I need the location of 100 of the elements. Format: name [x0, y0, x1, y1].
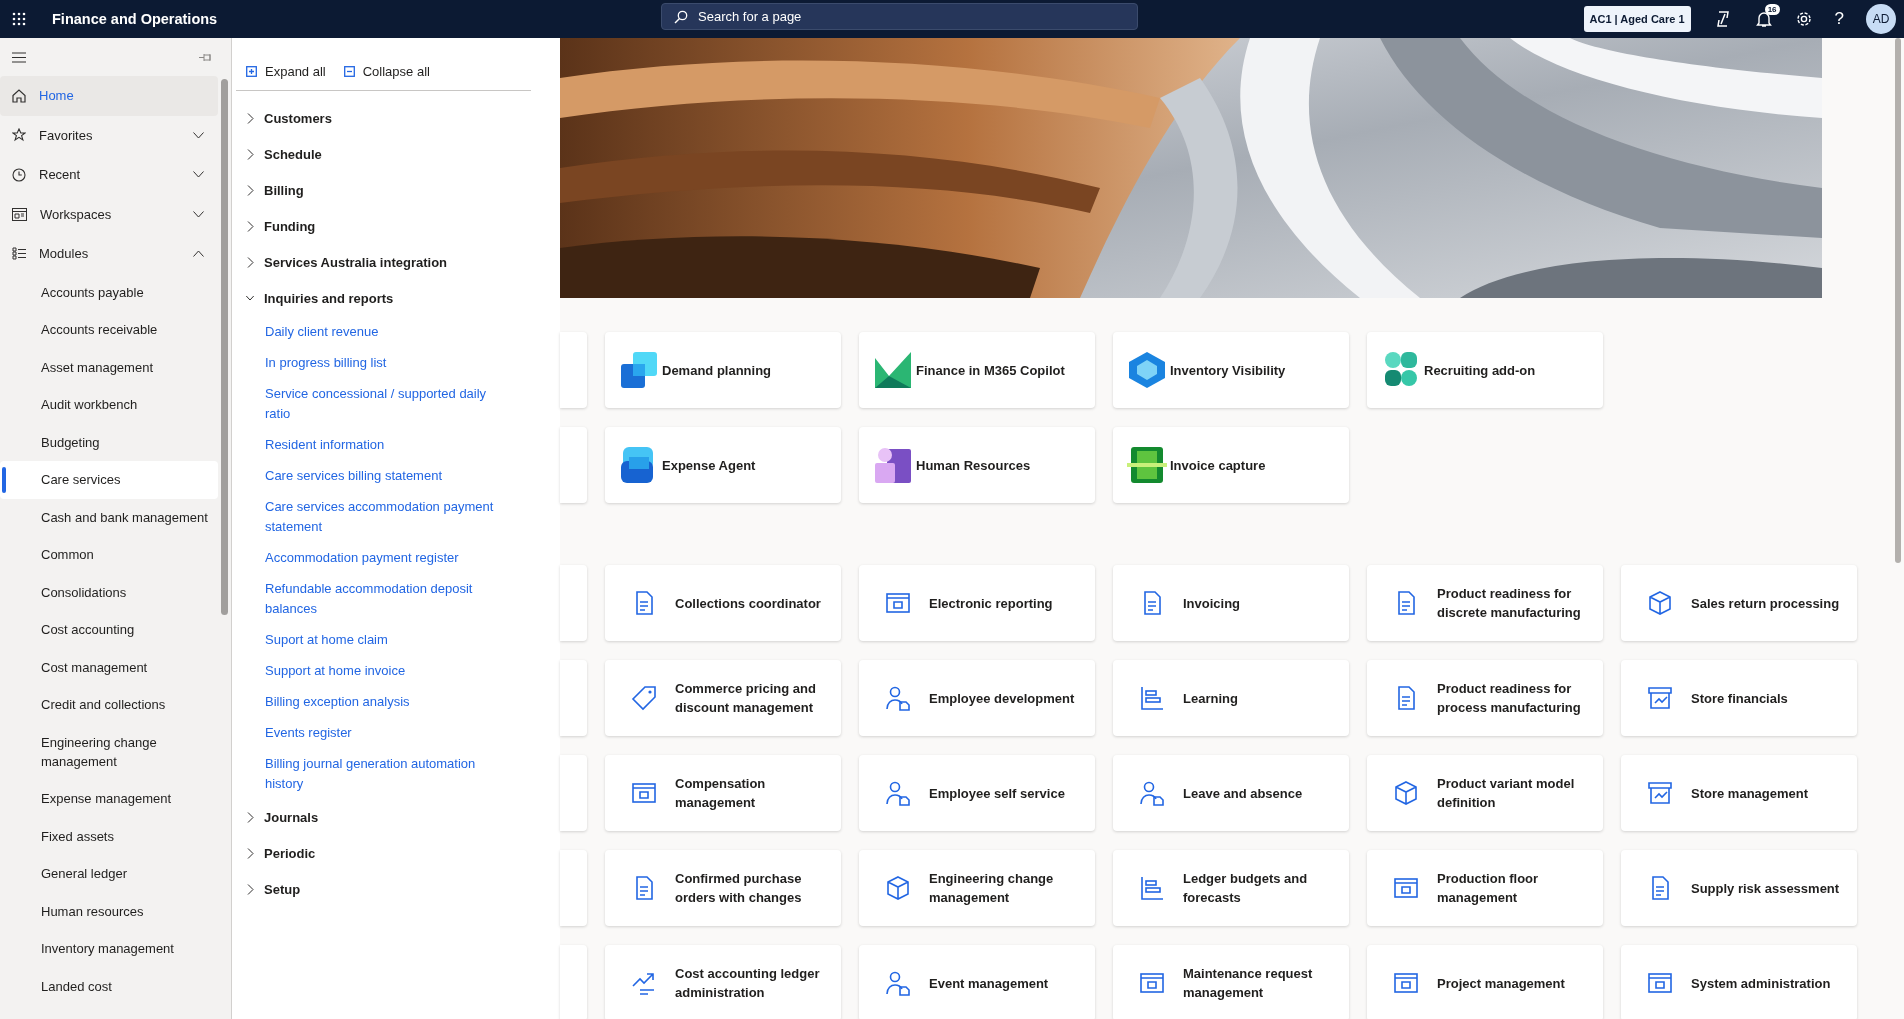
workspace-tile[interactable]: Store financials — [1621, 660, 1857, 736]
module-item[interactable]: Engineering change management — [0, 723, 218, 780]
module-item[interactable]: Budgeting — [0, 423, 218, 461]
menu-link[interactable]: Resident information — [265, 429, 501, 460]
module-item[interactable]: Human resources — [0, 892, 218, 930]
menu-group[interactable]: Services Australia integration — [246, 244, 560, 280]
app-tile[interactable]: Demand planning — [605, 332, 841, 408]
app-tile[interactable]: Finance in M365 Copilot — [859, 332, 1095, 408]
module-item[interactable]: Expense management — [0, 780, 218, 818]
settings-icon[interactable] — [1794, 10, 1813, 28]
menu-link[interactable]: Billing journal generation automation history — [265, 748, 501, 799]
module-item[interactable]: Asset management — [0, 348, 218, 386]
nav-item[interactable]: Workspaces — [0, 194, 218, 234]
module-item[interactable]: Cost accounting — [0, 611, 218, 649]
workspace-tile[interactable]: Commerce pricing and discount management — [605, 660, 841, 736]
workspace-tile[interactable] — [560, 660, 587, 736]
nav-item[interactable]: Modules — [0, 234, 218, 274]
nav-item[interactable]: Recent — [0, 155, 218, 195]
tag-icon — [630, 684, 658, 712]
menu-link[interactable]: Events register — [265, 717, 501, 748]
workspace-tile[interactable] — [560, 850, 587, 926]
menu-group[interactable]: Journals — [246, 799, 560, 835]
workspace-tile[interactable]: Event management — [859, 945, 1095, 1019]
workspace-tile[interactable]: Cost accounting ledger administration — [605, 945, 841, 1019]
workspace-tile[interactable]: Collections coordinator — [605, 565, 841, 641]
menu-link[interactable]: Service concessional / supported daily ratio — [265, 378, 501, 429]
module-item[interactable]: Consolidations — [0, 573, 218, 611]
module-item[interactable]: Accounts receivable — [0, 311, 218, 349]
module-item[interactable]: Inventory management — [0, 930, 218, 968]
menu-link[interactable]: Care services accommodation payment statement — [265, 491, 501, 542]
menu-icon[interactable] — [12, 51, 26, 63]
workspace-tile[interactable] — [560, 565, 587, 641]
hexagon-icon — [1127, 350, 1167, 390]
nav-item[interactable]: Home — [0, 76, 218, 116]
app-tile[interactable]: Invoice capture — [1113, 427, 1349, 503]
workspace-tile[interactable]: Product readiness for process manufacturing — [1367, 660, 1603, 736]
box-icon — [1392, 779, 1420, 807]
app-tile[interactable] — [560, 332, 587, 408]
scrollbar-thumb[interactable] — [1895, 38, 1901, 563]
app-tile[interactable] — [560, 427, 587, 503]
app-tile[interactable]: Human Resources — [859, 427, 1095, 503]
menu-link[interactable]: Care services billing statement — [265, 460, 501, 491]
bell-icon[interactable] — [1754, 10, 1773, 28]
workspace-tile[interactable]: Project management — [1367, 945, 1603, 1019]
menu-group[interactable]: Inquiries and reports — [246, 280, 560, 316]
menu-link[interactable]: Accommodation payment register — [265, 542, 501, 573]
app-launcher-icon[interactable] — [12, 12, 26, 26]
search-field[interactable]: Search for a page — [661, 3, 1138, 30]
user-avatar[interactable]: AD — [1866, 4, 1896, 34]
menu-group[interactable]: Periodic — [246, 835, 560, 871]
workspace-tile[interactable]: Store management — [1621, 755, 1857, 831]
workspace-tile[interactable]: Employee self service — [859, 755, 1095, 831]
workspace-tile[interactable]: Compensation management — [605, 755, 841, 831]
workspace-tile[interactable]: Product readiness for discrete manufacturing — [1367, 565, 1603, 641]
menu-group[interactable]: Schedule — [246, 136, 560, 172]
module-item[interactable]: Fixed assets — [0, 817, 218, 855]
workspace-tile[interactable]: Sales return processing — [1621, 565, 1857, 641]
workspace-tile[interactable]: Engineering change management — [859, 850, 1095, 926]
module-item[interactable]: General ledger — [0, 855, 218, 893]
module-item[interactable]: Care services — [0, 461, 218, 499]
workspace-tile[interactable]: Invoicing — [1113, 565, 1349, 641]
menu-link[interactable]: Billing exception analysis — [265, 686, 501, 717]
menu-group[interactable]: Funding — [246, 208, 560, 244]
module-item[interactable]: Credit and collections — [0, 686, 218, 724]
workspace-tile[interactable]: Production floor management — [1367, 850, 1603, 926]
workspace-tile[interactable]: Confirmed purchase orders with changes — [605, 850, 841, 926]
workspace-tile[interactable]: Learning — [1113, 660, 1349, 736]
workspace-tile[interactable]: Ledger budgets and forecasts — [1113, 850, 1349, 926]
menu-group[interactable]: Customers — [246, 100, 560, 136]
app-tile[interactable]: Recruiting add-on — [1367, 332, 1603, 408]
workspace-tile[interactable]: Supply risk assessment — [1621, 850, 1857, 926]
menu-link[interactable]: Support at home invoice — [265, 655, 501, 686]
pin-icon[interactable] — [199, 52, 212, 62]
menu-link[interactable]: In progress billing list — [265, 347, 501, 378]
menu-link[interactable]: Daily client revenue — [265, 316, 501, 347]
workspace-tile[interactable]: Leave and absence — [1113, 755, 1349, 831]
app-tile[interactable]: Inventory Visibility — [1113, 332, 1349, 408]
workspace-tile[interactable]: Employee development — [859, 660, 1095, 736]
menu-group[interactable]: Billing — [246, 172, 560, 208]
workspace-tile[interactable] — [560, 755, 587, 831]
nav-item[interactable]: Favorites — [0, 115, 218, 155]
collapse-all-button[interactable]: Collapse all — [343, 61, 430, 81]
help-button[interactable]: ? — [1834, 9, 1844, 29]
app-tile[interactable]: Expense Agent — [605, 427, 841, 503]
company-picker[interactable]: AC1 | Aged Care 1 — [1583, 6, 1691, 32]
module-item[interactable]: Audit workbench — [0, 386, 218, 424]
module-item[interactable]: Common — [0, 536, 218, 574]
menu-link[interactable]: Refundable accommodation deposit balances — [265, 573, 501, 624]
scrollbar-thumb[interactable] — [221, 79, 228, 615]
menu-group[interactable]: Setup — [246, 871, 560, 907]
workspace-tile[interactable]: Electronic reporting — [859, 565, 1095, 641]
module-item[interactable]: Landed cost — [0, 967, 218, 1005]
menu-link[interactable]: Suport at home claim — [265, 624, 501, 655]
workspace-tile[interactable]: Maintenance request management — [1113, 945, 1349, 1019]
workspace-tile[interactable]: Product variant model definition — [1367, 755, 1603, 831]
module-item[interactable]: Cost management — [0, 648, 218, 686]
module-item[interactable]: Accounts payable — [0, 273, 218, 311]
workspace-tile[interactable]: System administration — [1621, 945, 1857, 1019]
module-item[interactable]: Cash and bank management — [0, 498, 218, 536]
expand-all-button[interactable]: Expand all — [246, 61, 326, 81]
